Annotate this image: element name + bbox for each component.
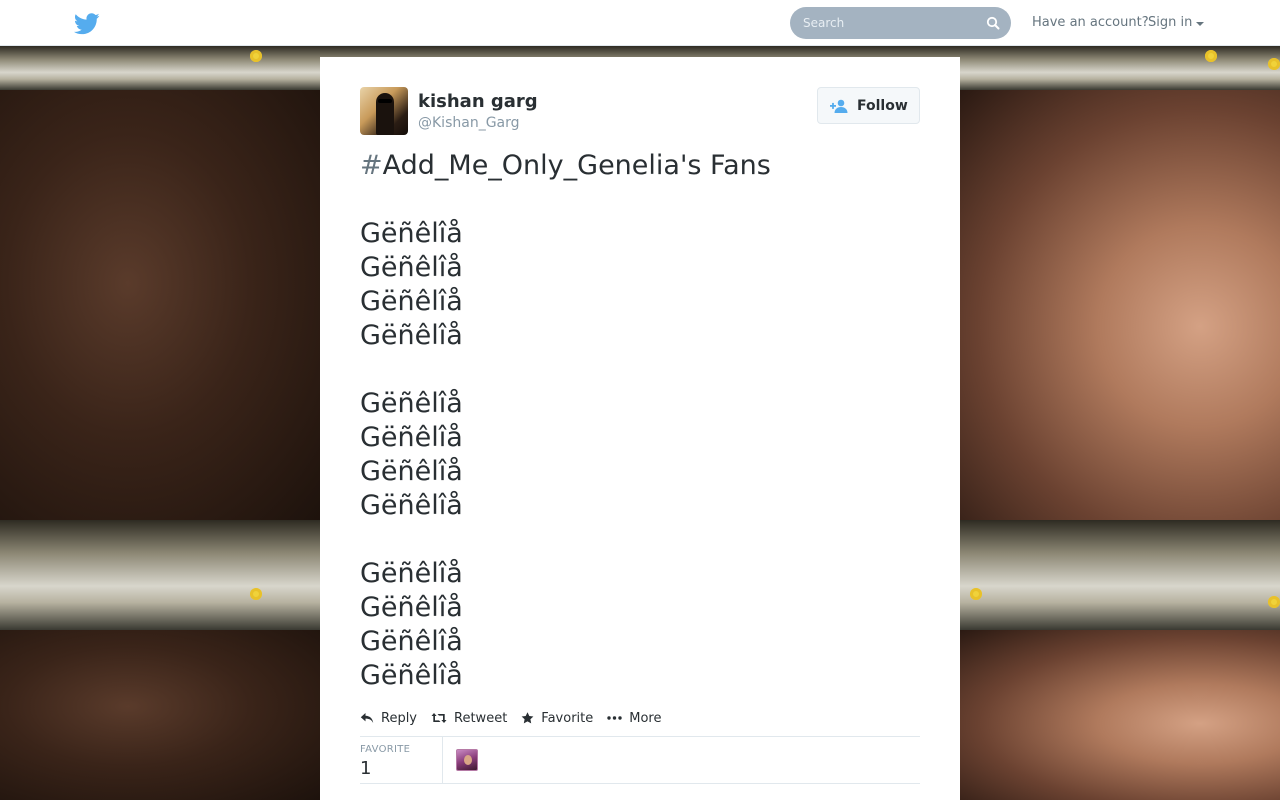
- tweet-word-line: Gëñêlîå: [360, 660, 463, 691]
- favorite-stat-count: 1: [360, 758, 372, 779]
- follow-label: Follow: [857, 97, 908, 114]
- tweet-word-line: Gëñêlîå: [360, 218, 463, 249]
- tweet-actions: Reply Retweet Favorite More: [360, 709, 675, 727]
- tweet-stats: FAVORITE 1: [360, 736, 920, 784]
- add-user-icon: [830, 99, 848, 113]
- follow-button[interactable]: Follow: [817, 87, 920, 124]
- tweet-word-line: Gëñêlîå: [360, 252, 463, 283]
- tweet-word-line: Gëñêlîå: [360, 286, 463, 317]
- chevron-down-icon[interactable]: [1196, 22, 1204, 26]
- tweet-word-line: Gëñêlîå: [360, 456, 463, 487]
- avatar-sunglasses: [378, 99, 392, 103]
- tweet-word-line: Gëñêlîå: [360, 320, 463, 351]
- tweet-word-line: Gëñêlîå: [360, 592, 463, 623]
- tweet-word-line: Gëñêlîå: [360, 558, 463, 589]
- twitter-bird-icon[interactable]: [74, 13, 100, 35]
- reply-label: Reply: [381, 710, 418, 726]
- more-button[interactable]: More: [607, 711, 661, 726]
- retweet-icon: [431, 713, 447, 723]
- favoriter-avatar[interactable]: [456, 749, 478, 771]
- reply-icon: [360, 713, 374, 723]
- author-screen-name[interactable]: @Kishan_Garg: [418, 115, 520, 131]
- search-icon[interactable]: [986, 16, 1000, 30]
- tweet-word-line: Gëñêlîå: [360, 388, 463, 419]
- star-icon: [521, 712, 534, 724]
- tweet-word-line: Gëñêlîå: [360, 490, 463, 521]
- top-navigation-bar: Have an account? Sign in: [0, 0, 1280, 46]
- sign-in-link[interactable]: Sign in: [1148, 15, 1192, 30]
- more-dots-icon: [607, 716, 622, 720]
- avatar[interactable]: [360, 87, 408, 135]
- favorite-stat[interactable]: FAVORITE 1: [360, 737, 443, 784]
- account-prompt: Have an account?: [1032, 15, 1149, 30]
- tweet-first-line: #Add_Me_Only_Genelia's Fans: [360, 149, 920, 183]
- hashtag-link[interactable]: Add_Me_Only_Genelia: [383, 150, 680, 181]
- favorite-label: Favorite: [541, 710, 594, 726]
- favorite-button[interactable]: Favorite: [521, 711, 593, 726]
- tweet-suffix: 's Fans: [679, 150, 771, 181]
- search-box: [790, 7, 1011, 39]
- reply-button[interactable]: Reply: [360, 711, 417, 726]
- favorite-stat-label: FAVORITE: [360, 744, 411, 755]
- tweet-word-line: Gëñêlîå: [360, 422, 463, 453]
- tweet-card: kishan garg @Kishan_Garg Follow #Add_Me_…: [320, 57, 960, 800]
- tweet-word-line: Gëñêlîå: [360, 626, 463, 657]
- retweet-label: Retweet: [454, 710, 508, 726]
- retweet-button[interactable]: Retweet: [431, 711, 507, 726]
- search-input[interactable]: [790, 7, 980, 39]
- author-fullname[interactable]: kishan garg: [418, 91, 538, 112]
- more-label: More: [629, 710, 662, 726]
- favoriter-avatar-face: [464, 755, 472, 765]
- hashtag-symbol[interactable]: #: [360, 150, 383, 181]
- tweet-text: #Add_Me_Only_Genelia's Fans Gëñêlîå Gëñê…: [360, 149, 920, 693]
